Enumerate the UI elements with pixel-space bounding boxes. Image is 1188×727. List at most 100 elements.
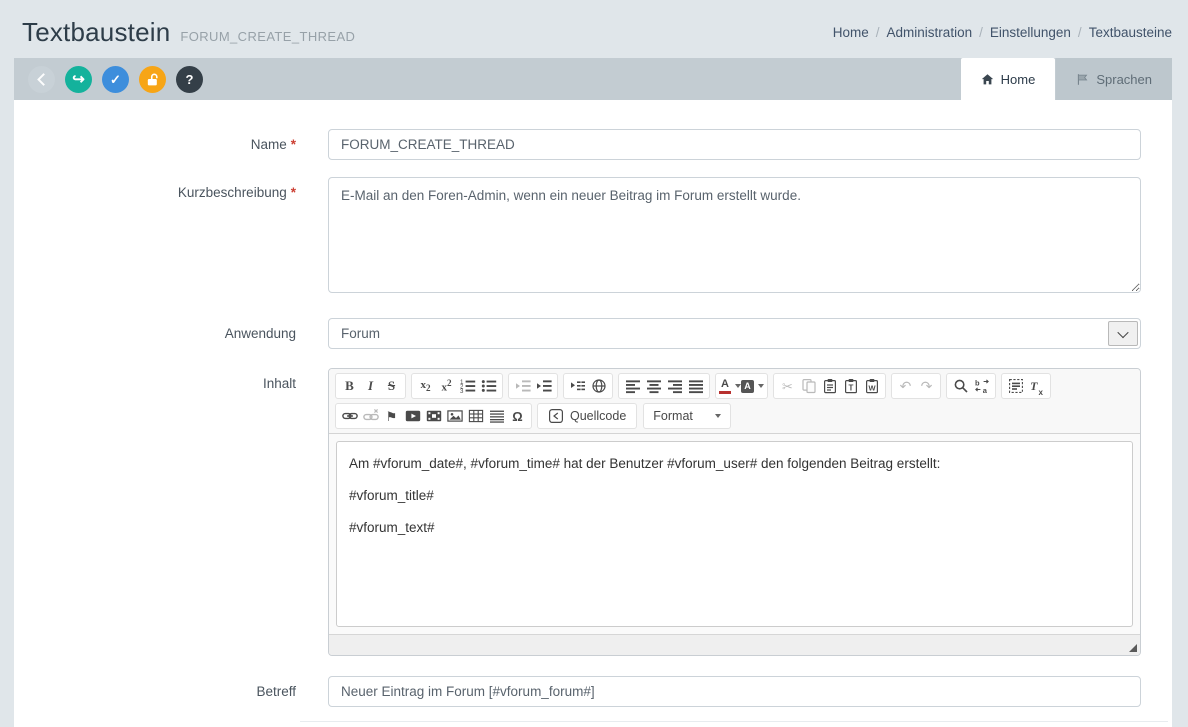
- superscript-icon: x2: [441, 378, 451, 394]
- anchor-button[interactable]: ⚑: [381, 405, 402, 427]
- breadcrumb-link-einstellungen[interactable]: Einstellungen: [990, 25, 1071, 40]
- breadcrumb-link-textbausteine[interactable]: Textbausteine: [1089, 25, 1172, 40]
- anwendung-selected-value: Forum: [341, 326, 380, 341]
- format-dropdown[interactable]: Format: [643, 403, 731, 429]
- redo-button: ↷: [916, 375, 937, 397]
- subscript-button[interactable]: x2: [415, 375, 436, 397]
- svg-text:b: b: [975, 378, 980, 387]
- copy-icon: [801, 378, 817, 394]
- subject-row: Betreff: [14, 676, 1172, 707]
- blockquote-button[interactable]: [567, 375, 588, 397]
- outdent-button: [512, 375, 533, 397]
- background-color-button[interactable]: A: [741, 375, 764, 397]
- image-button[interactable]: [444, 405, 465, 427]
- breadcrumb-link-administration[interactable]: Administration: [887, 25, 973, 40]
- section-divider: [300, 721, 1168, 722]
- anwendung-select[interactable]: Forum: [328, 318, 1141, 349]
- svg-text:3: 3: [460, 388, 464, 394]
- text-color-icon: A: [719, 379, 731, 394]
- tab-sprachen[interactable]: Sprachen: [1056, 58, 1172, 100]
- unlock-button[interactable]: [139, 66, 166, 93]
- paste-word-button[interactable]: W: [861, 375, 882, 397]
- align-right-button[interactable]: [664, 375, 685, 397]
- editor-content[interactable]: Am #vforum_date#, #vforum_time# hat der …: [336, 441, 1133, 627]
- save-and-back-button[interactable]: ↪: [65, 66, 92, 93]
- chevron-left-icon: [36, 75, 48, 84]
- source-button[interactable]: Quellcode: [537, 403, 637, 429]
- editor-toolbar-group: ✂ TW: [773, 373, 886, 399]
- page-title: Textbaustein: [22, 17, 170, 48]
- subject-label-text: Betreff: [256, 684, 296, 699]
- italic-button[interactable]: I: [360, 375, 381, 397]
- horizontal-rule-button[interactable]: [486, 405, 507, 427]
- description-textarea[interactable]: E-Mail an den Foren-Admin, wenn ein neue…: [328, 177, 1141, 293]
- video-button[interactable]: [402, 405, 423, 427]
- paste-text-icon: T: [843, 378, 859, 394]
- bold-button[interactable]: B: [339, 375, 360, 397]
- select-arrow-button[interactable]: [1108, 321, 1138, 346]
- page-subtitle: FORUM_CREATE_THREAD: [180, 29, 355, 44]
- chevron-down-icon: [1117, 326, 1128, 337]
- link-button[interactable]: [339, 405, 360, 427]
- editor-toolbar-row: BISx2x2123AA✂TW↶↷baTx: [335, 373, 1134, 399]
- name-input[interactable]: [328, 129, 1141, 160]
- align-center-button[interactable]: [643, 375, 664, 397]
- name-row: Name*: [14, 129, 1172, 160]
- breadcrumb-link-home[interactable]: Home: [833, 25, 869, 40]
- special-char-button[interactable]: Ω: [507, 405, 528, 427]
- align-left-button[interactable]: [622, 375, 643, 397]
- help-button[interactable]: ?: [176, 66, 203, 93]
- editor-toolbar-group: Tx: [1001, 373, 1051, 399]
- find-button[interactable]: [950, 375, 971, 397]
- link-icon: [342, 408, 358, 424]
- table-button[interactable]: [465, 405, 486, 427]
- unlink-button: [360, 405, 381, 427]
- tab-home[interactable]: Home: [961, 58, 1056, 100]
- tab-bar: Home Sprachen: [960, 58, 1172, 100]
- media-button[interactable]: [423, 405, 444, 427]
- indent-button[interactable]: [533, 375, 554, 397]
- paste-text-button[interactable]: T: [840, 375, 861, 397]
- breadcrumb-separator: /: [979, 25, 983, 40]
- text-color-button[interactable]: A: [719, 375, 741, 397]
- special-char-icon: Ω: [512, 410, 522, 423]
- horizontal-rule-icon: [489, 408, 505, 424]
- paste-button[interactable]: [819, 375, 840, 397]
- cut-icon: ✂: [782, 380, 793, 393]
- back-button[interactable]: [28, 66, 55, 93]
- align-right-icon: [667, 378, 683, 394]
- remove-format-button[interactable]: Tx: [1026, 375, 1047, 397]
- paste-icon: [822, 378, 838, 394]
- numbered-list-button[interactable]: 123: [457, 375, 478, 397]
- video-icon: [405, 408, 421, 424]
- tab-label: Home: [1001, 72, 1036, 87]
- name-label: Name*: [14, 129, 328, 160]
- table-icon: [468, 408, 484, 424]
- media-icon: [426, 408, 442, 424]
- bulleted-list-button[interactable]: [478, 375, 499, 397]
- chevron-down-icon: [715, 414, 721, 418]
- subject-input[interactable]: [328, 676, 1141, 707]
- svg-text:W: W: [868, 384, 876, 393]
- align-justify-button[interactable]: [685, 375, 706, 397]
- superscript-button[interactable]: x2: [436, 375, 457, 397]
- action-toolbar: ↪ ✓? Home Sprachen: [14, 58, 1172, 100]
- description-row: Kurzbeschreibung* E-Mail an den Foren-Ad…: [14, 177, 1172, 298]
- content-label: Inhalt: [14, 368, 328, 656]
- editor-toolbar-group: ba: [946, 373, 996, 399]
- textbaustein-page: Textbaustein FORUM_CREATE_THREAD Home / Ad…: [0, 0, 1188, 727]
- editor-paragraph: Am #vforum_date#, #vforum_time# hat der …: [349, 456, 1120, 471]
- save-button[interactable]: ✓: [102, 66, 129, 93]
- replace-button[interactable]: ba: [971, 375, 992, 397]
- editor-toolbar-group: ⚑Ω: [335, 403, 532, 429]
- editor-toolbar-group: [563, 373, 613, 399]
- undo-icon: ↶: [900, 379, 912, 393]
- strikethrough-button[interactable]: S: [381, 375, 402, 397]
- select-all-button[interactable]: [1005, 375, 1026, 397]
- resize-grip-icon[interactable]: [1129, 644, 1137, 652]
- check-icon: ✓: [110, 73, 121, 86]
- language-button[interactable]: [588, 375, 609, 397]
- editor-toolbar-group: BIS: [335, 373, 406, 399]
- unlock-icon: [145, 72, 160, 87]
- editor-paragraph: #vforum_text#: [349, 520, 1120, 535]
